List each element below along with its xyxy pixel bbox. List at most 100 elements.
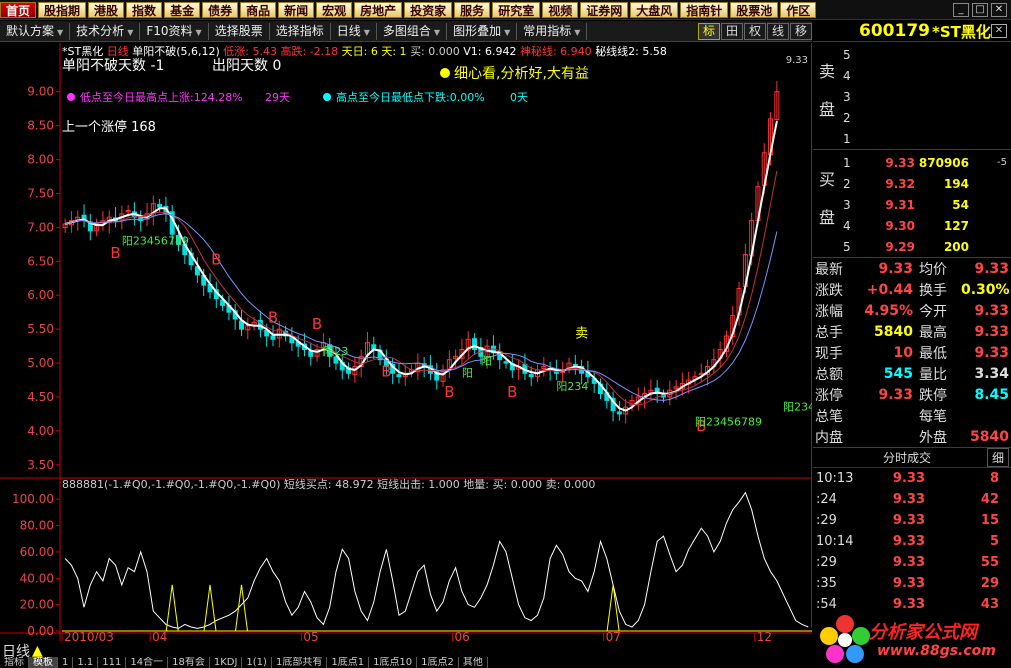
select-indicator-button[interactable]: 选择指标 (270, 22, 331, 40)
top-menu-item[interactable]: 研究室 (492, 1, 541, 18)
technical-analysis-button[interactable]: 技术分析 ▼ (70, 22, 141, 40)
bid-change: -5 (997, 157, 1007, 168)
high-fall-label: 高跌: -2.18 (280, 45, 339, 58)
single-yang-days-label: 单阳不破天数 -1 (62, 58, 164, 74)
top-menu-item[interactable]: 指数 (126, 1, 163, 18)
tick-detail-button[interactable]: 细 (986, 448, 1009, 467)
tick-header: 分时成交 细 (813, 448, 1011, 468)
indicator-tab[interactable]: 1.1 (73, 657, 99, 668)
top-menu-item[interactable]: 股票池 (730, 1, 779, 18)
indicator-tab[interactable]: 指标 (0, 657, 29, 668)
default-scheme-button[interactable]: 默认方案 ▼ (0, 22, 71, 40)
tab-grid[interactable]: 田 (721, 22, 743, 40)
tab-move[interactable]: 移 (790, 22, 812, 40)
tianri-label: 天日: 6 (341, 45, 378, 58)
select-stock-button[interactable]: 选择股票 (209, 22, 270, 40)
sell-level-row[interactable]: 1 (843, 128, 1008, 149)
indicator-tab[interactable]: 18有会 (168, 657, 210, 668)
top-menu-item[interactable]: 新闻 (278, 1, 315, 18)
restore-icon[interactable]: □ (972, 2, 988, 17)
low-days-label: 29天 (265, 91, 290, 104)
top-menu-item[interactable]: 服务 (454, 1, 491, 18)
period-label: 日线 (106, 45, 129, 58)
buy-level-row[interactable]: 4 9.30 127 (843, 215, 1008, 236)
buy-level-row[interactable]: 5 9.29 200 (843, 236, 1008, 257)
quote-label: 换手 (919, 282, 947, 299)
top-menu-item[interactable]: 港股 (88, 1, 125, 18)
indicator-tab[interactable]: 1 (58, 657, 74, 668)
indicator-tab[interactable]: 14合一 (126, 657, 169, 668)
top-menu-item[interactable]: 证券网 (580, 1, 629, 18)
top-menu-item[interactable]: 房地产 (354, 1, 403, 18)
level-number: 1 (843, 155, 851, 170)
price-tick-label: 6.00 (27, 288, 54, 302)
candle-body (138, 216, 144, 222)
indicator-tab[interactable]: 1底部共有 (272, 657, 328, 668)
top-menu-item[interactable]: 视频 (542, 1, 579, 18)
tab-line[interactable]: 线 (767, 22, 789, 40)
top-menu-item[interactable]: 基金 (164, 1, 201, 18)
common-indicator-button[interactable]: 常用指标 ▼ (517, 22, 588, 40)
quote-value: +0.44 (866, 281, 913, 298)
magenta-dot-icon (67, 93, 75, 101)
top-menu-item[interactable]: 股指期 (38, 1, 87, 18)
sell-level-row[interactable]: 2 (843, 107, 1008, 128)
top-menu-item[interactable]: 投资家 (404, 1, 453, 18)
flower-logo-icon (820, 615, 870, 663)
top-menu-item[interactable]: 大盘风 (630, 1, 679, 18)
buy-level-row[interactable]: 3 9.31 54 (843, 194, 1008, 215)
buy-signal-label: B (507, 383, 517, 401)
overlay-button[interactable]: 图形叠加 ▼ (447, 22, 518, 40)
tick-row: :35 9.33 29 (813, 573, 1011, 594)
f10-button[interactable]: F10资料 ▼ (140, 22, 209, 40)
indicator-tab[interactable]: 其他 (459, 657, 488, 668)
level-number: 5 (843, 239, 851, 254)
time-tick-label: 05 (303, 630, 318, 641)
indicator-tab[interactable]: 1KDJ (210, 657, 243, 668)
indicator-tab[interactable]: 1(1) (242, 657, 272, 668)
kline-chart[interactable]: 9.00 8.50 8.00 7.50 7.00 6.50 6.00 5.50 5.00 4.50… (0, 43, 812, 641)
top-menu-item[interactable]: 首页 (0, 1, 37, 18)
yang-count-label: 阳 (462, 367, 473, 380)
sell-level-row[interactable]: 4 (843, 65, 1008, 86)
indicator-tab[interactable]: 模板 (29, 657, 58, 668)
minimize-icon[interactable]: _ (953, 2, 969, 17)
candle-body (528, 374, 534, 378)
buy-level-row[interactable]: 1 9.33 870906 -5 (843, 152, 1008, 173)
close-icon[interactable]: ✕ (991, 24, 1007, 38)
chart-svg: 9.00 8.50 8.00 7.50 7.00 6.50 6.00 5.50 5.00 4.50… (0, 43, 812, 641)
top-menu-item[interactable]: 宏观 (316, 1, 353, 18)
tick-time: :24 (816, 492, 837, 507)
tab-mark[interactable]: 标 (698, 22, 720, 40)
quote-row: 总笔 每笔 (813, 405, 1011, 426)
quote-label: 最高 (919, 324, 947, 341)
yang-count-label: 阳23456789 (122, 234, 189, 247)
top-menu-item[interactable]: 指南针 (680, 1, 729, 18)
tab-rights[interactable]: 权 (744, 22, 766, 40)
indicator-tab[interactable]: 1底点1 (327, 657, 370, 668)
cyan-dot-icon (323, 93, 331, 101)
quote-label: 跌停 (919, 387, 947, 404)
top-menu-item[interactable]: 作区 (780, 1, 817, 18)
buy-signal-label: B (312, 315, 322, 333)
price-tick-label: 5.50 (27, 322, 54, 336)
period-daily-button[interactable]: 日线 ▼ (331, 22, 377, 40)
price-tick-label: 4.50 (27, 390, 54, 404)
tick-volume: 42 (980, 492, 999, 507)
sell-level-row[interactable]: 3 (843, 86, 1008, 107)
indicator-tab[interactable]: 1底点2 (417, 657, 459, 668)
top-menu-item[interactable]: 债券 (202, 1, 239, 18)
buy-side-label: 买盘 (819, 170, 836, 227)
multi-chart-button[interactable]: 多图组合 ▼ (377, 22, 448, 40)
top-menu-item[interactable]: 商品 (240, 1, 277, 18)
sell-level-row[interactable]: 5 (843, 44, 1008, 65)
indicator-tab[interactable]: 1底点10 (369, 657, 418, 668)
tick-volume: 15 (980, 513, 999, 528)
price-tick-label: 9.00 (27, 85, 54, 99)
indicator-tick-label: 40.00 (20, 571, 54, 585)
indicator-tab[interactable]: 111 (98, 657, 127, 668)
tick-time: 10:13 (816, 471, 854, 486)
quote-label: 涨停 (815, 387, 843, 404)
buy-level-row[interactable]: 2 9.32 194 (843, 173, 1008, 194)
close-icon[interactable]: ✕ (991, 2, 1007, 17)
